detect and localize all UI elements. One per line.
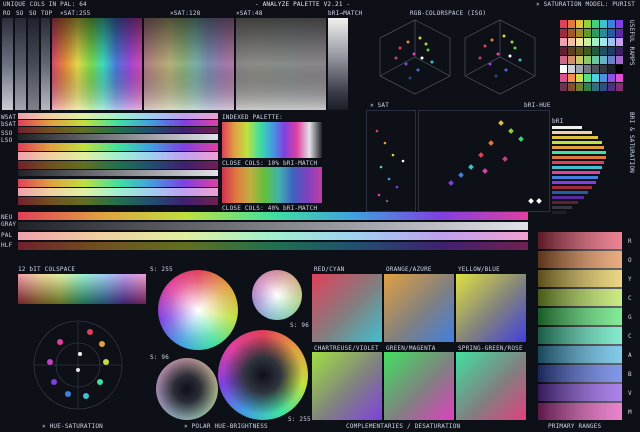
ramp-letter-3: C: [628, 295, 632, 302]
lso-label: LSO: [1, 137, 13, 144]
rgb-colorspace-plot: [370, 18, 550, 96]
rgb-colorspace-label: RGB-COLORSPACE (ISO): [410, 10, 487, 17]
ramp-letter-6: A: [628, 352, 632, 359]
wheel-s255: [158, 270, 238, 350]
bri-label: bRI: [552, 118, 564, 125]
voronoi-sat255: [52, 18, 142, 110]
ramp-letter-9: M: [628, 409, 632, 416]
s255-label: S: 255: [150, 266, 173, 273]
bri-hue-scatter: [418, 110, 550, 212]
bri-match-label: bRI→MATCH: [328, 10, 363, 17]
footer-polar: × POLAR HUE-BRIGHTNESS: [184, 423, 268, 430]
saturation-model-label: × SATURATION MODEL: PURIST: [536, 1, 636, 8]
comp-orange-azure: [384, 274, 454, 342]
ramp-letter-8: V: [628, 390, 632, 397]
bri-hue-label: bRI-HUE: [524, 102, 551, 109]
ramp-letter-7: B: [628, 371, 632, 378]
ramp-letter-0: R: [628, 238, 632, 245]
close-cols-10-label: CLOSE COLS: 10% bRI-MATCH: [222, 160, 318, 167]
primary-ranges: [538, 232, 622, 420]
ramp-letter-2: Y: [628, 276, 632, 283]
neutral-gray-rows: [18, 212, 528, 252]
neu-label: NEU: [1, 214, 13, 221]
dither-columns: [2, 18, 50, 110]
hue-pair-5: SPRING-GREEN/ROSE: [458, 345, 523, 352]
ramp-letter-4: G: [628, 314, 632, 321]
ramp-letter-1: O: [628, 257, 632, 264]
footer-hue-saturation: × HUE-SATURATION: [42, 423, 103, 430]
ramp-letter-5: C: [628, 333, 632, 340]
indexed-palette: [222, 122, 322, 158]
footer-complementaries: COMPLEMENTARIES / DESATURATION: [346, 423, 461, 430]
wsat-label: WSAT: [1, 114, 17, 121]
hue-saturation-polar: [30, 310, 126, 420]
comp-spring-rose: [456, 352, 526, 420]
sat128-label: ×SAT:128: [170, 10, 201, 17]
hue-pair-0: RED/CYAN: [314, 266, 345, 273]
s96-label: S: 96: [290, 322, 310, 329]
12bit-colspace: [18, 274, 146, 304]
hue-pair-4: GREEN/MAGENTA: [386, 345, 436, 352]
comp-red-cyan: [312, 274, 382, 342]
bri-match-strip: [328, 18, 348, 110]
hlf-label: HLF: [1, 242, 13, 249]
sat48-label: ×SAT:48: [236, 10, 263, 17]
app-title: - ANALYZE PALETTE V2.21 -: [255, 1, 351, 8]
indexed-palette-label: INDEXED PALETTE:: [222, 114, 283, 121]
useful-ramps-label: USEFUL RAMPS: [628, 20, 635, 66]
palette-grid: [560, 20, 624, 92]
saturation-stripes: [18, 113, 218, 207]
hue-pair-2: YELLOW/BLUE: [458, 266, 500, 273]
bsat-label: bSAT: [1, 121, 17, 128]
hue-pair-1: ORANGE/AZURE: [386, 266, 432, 273]
footer-primary: PRIMARY RANGES: [548, 423, 602, 430]
s255b-label: S: 255: [288, 416, 311, 423]
pal-label: PAL: [1, 232, 13, 239]
sat255-label: ×SAT:255: [60, 10, 91, 17]
wheel-s96: [156, 358, 218, 420]
top-label: TOP: [41, 10, 53, 17]
comp-yellow-blue: [456, 274, 526, 342]
s96b-label: S: 96: [150, 354, 170, 361]
gray-label: GRAY: [1, 221, 17, 228]
close-cols-40-label: CLOSE COLS: 40% bRI-MATCH: [222, 205, 318, 212]
voronoi-sat128: [144, 18, 234, 110]
unique-cols-label: UNIQUE COLS IN PAL: 64: [3, 1, 87, 8]
12bit-label: 12 bIT COLSPACE: [18, 266, 76, 273]
ro-label: RO: [3, 10, 11, 17]
hue-pair-3: CHARTREUSE/VIOLET: [314, 345, 379, 352]
voronoi-sat48: [236, 18, 326, 110]
wheel-s255-dark: [218, 330, 308, 420]
wheel-s96-small: [252, 270, 302, 320]
so2-label: SO: [29, 10, 37, 17]
close-cols-10: [222, 167, 322, 203]
so-label: SO: [16, 10, 24, 17]
comp-green-magenta: [384, 352, 454, 420]
bri-saturation-label: BRI & SATURATION: [628, 112, 635, 173]
x-sat-label: × SAT: [370, 102, 390, 109]
comp-chartreuse-violet: [312, 352, 382, 420]
bri-bars: [552, 126, 608, 224]
sat-scatter: [366, 110, 416, 212]
sso-label: SSO: [1, 130, 13, 137]
